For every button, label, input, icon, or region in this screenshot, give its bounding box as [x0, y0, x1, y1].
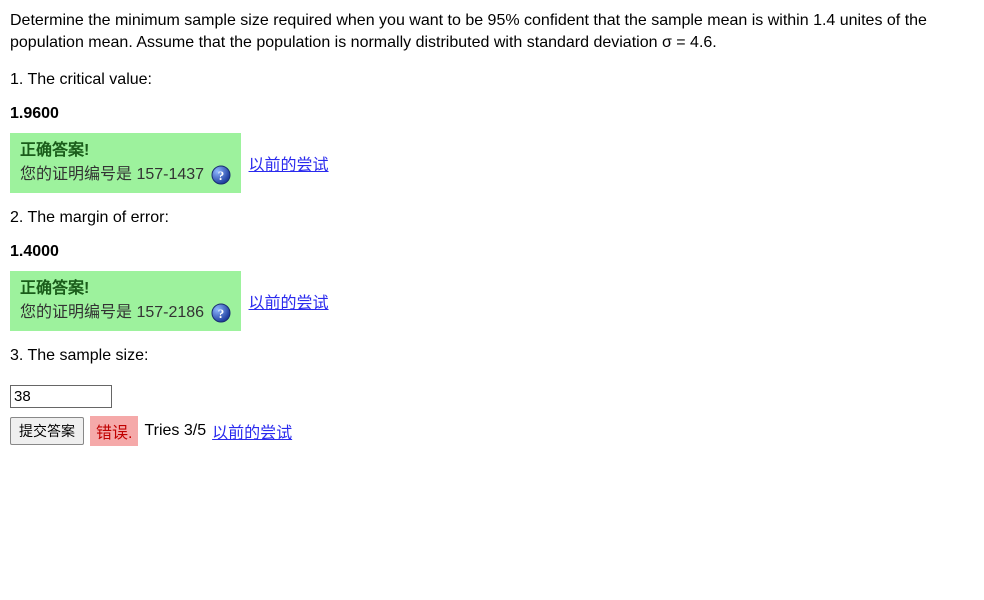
question-3-submit-row: 提交答案 错误. Tries 3/5 以前的尝试 [10, 416, 974, 446]
problem-statement: Determine the minimum sample size requir… [10, 10, 974, 55]
receipt-number: 157-2186 [136, 304, 204, 321]
receipt-line: 您的证明编号是 157-1437 ? [20, 163, 231, 187]
error-feedback: 错误. [90, 416, 138, 446]
question-1-feedback-row: 正确答案! 您的证明编号是 157-1437 ? 以前的尝试 [10, 133, 974, 193]
question-1-answer: 1.9600 [10, 105, 974, 123]
tries-counter: Tries 3/5 [144, 422, 206, 440]
correct-title: 正确答案! [20, 139, 231, 163]
help-icon[interactable]: ? [211, 303, 231, 323]
svg-text:?: ? [217, 306, 224, 321]
receipt-prefix: 您的证明编号是 [20, 166, 136, 183]
submit-answer-button[interactable]: 提交答案 [10, 417, 84, 445]
question-2-answer: 1.4000 [10, 243, 974, 261]
sample-size-input[interactable] [10, 385, 112, 408]
question-2-label: 2. The margin of error: [10, 209, 974, 227]
correct-title: 正确答案! [20, 277, 231, 301]
receipt-number: 157-1437 [136, 166, 204, 183]
previous-attempts-link[interactable]: 以前的尝试 [249, 289, 329, 313]
question-1-label: 1. The critical value: [10, 71, 974, 89]
svg-text:?: ? [217, 168, 224, 183]
previous-attempts-link[interactable]: 以前的尝试 [212, 419, 292, 443]
help-icon[interactable]: ? [211, 165, 231, 185]
question-2-feedback-row: 正确答案! 您的证明编号是 157-2186 ? 以前的尝试 [10, 271, 974, 331]
receipt-line: 您的证明编号是 157-2186 ? [20, 301, 231, 325]
receipt-prefix: 您的证明编号是 [20, 304, 136, 321]
correct-feedback-box: 正确答案! 您的证明编号是 157-1437 ? [10, 133, 241, 193]
question-3-label: 3. The sample size: [10, 347, 974, 365]
correct-feedback-box: 正确答案! 您的证明编号是 157-2186 ? [10, 271, 241, 331]
previous-attempts-link[interactable]: 以前的尝试 [249, 151, 329, 175]
